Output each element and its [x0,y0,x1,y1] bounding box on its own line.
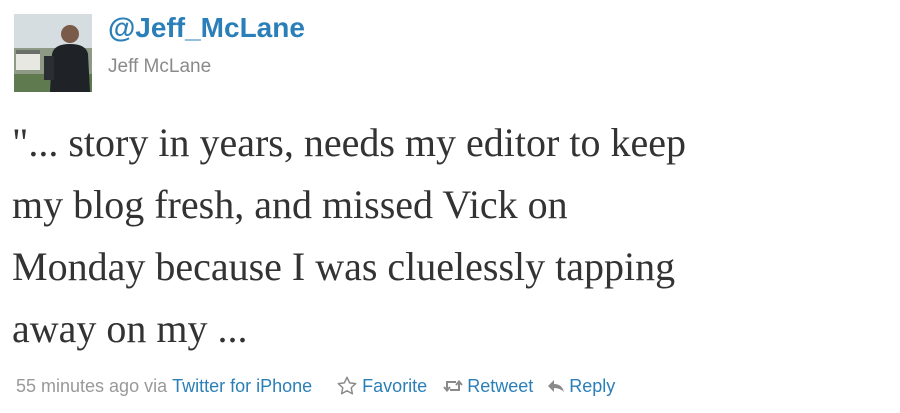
retweet-icon [443,379,463,393]
timestamp-link[interactable]: 55 minutes ago [16,376,139,397]
tweet-line: away on my ... [12,306,248,351]
tweet-meta: 55 minutes ago via Twitter for iPhone Fa… [16,372,615,400]
reply-button[interactable]: Reply [547,376,615,397]
tweet-line: "... story in years, needs my editor to … [12,120,686,165]
retweet-label: Retweet [467,375,534,396]
author-name: Jeff McLane [108,56,212,77]
reply-label: Reply [569,375,616,396]
tweet-card: @Jeff_McLane Jeff McLane "... story in y… [0,0,900,413]
reply-icon [548,380,565,392]
favorite-label: Favorite [362,375,428,396]
tweet-line: my blog fresh, and missed Vick on [12,182,568,227]
author-handle[interactable]: @Jeff_McLane [108,12,305,44]
tweet-line: Monday because I was cluelessly tapping [12,244,676,289]
avatar[interactable] [14,14,92,92]
retweet-button[interactable]: Retweet [443,376,533,397]
favorite-button[interactable]: Favorite [336,375,427,397]
source-link[interactable]: Twitter for iPhone [172,376,312,397]
tweet-text: "... story in years, needs my editor to … [12,112,892,360]
via-label: via [144,375,168,396]
avatar-photo [14,14,92,92]
star-icon [337,376,357,395]
